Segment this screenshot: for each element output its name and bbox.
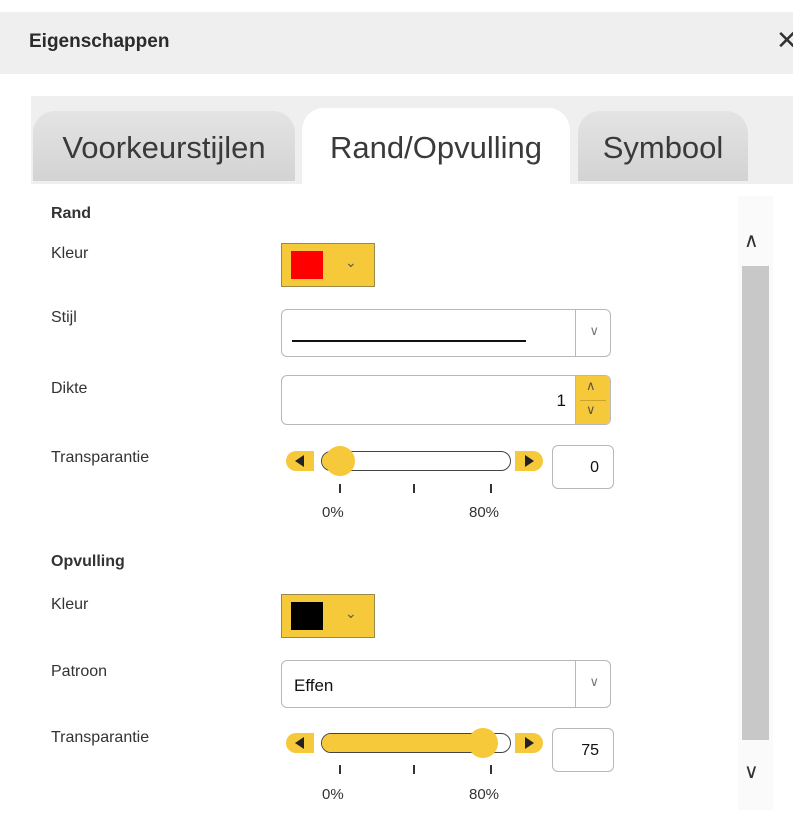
chevron-down-icon[interactable]: ∨: [744, 759, 759, 784]
opvulling-kleur-label: Kleur: [51, 596, 89, 613]
tab-panel: [31, 184, 793, 824]
opvulling-transparantie-slider-thumb[interactable]: [467, 728, 498, 758]
rand-color-picker-button[interactable]: ⌄: [281, 243, 375, 287]
rand-dikte-spinner[interactable]: 1 ∧ ∨: [281, 375, 611, 425]
tab-rand-opvulling[interactable]: Rand/Opvulling: [302, 108, 570, 184]
tick-label-min: 0%: [322, 504, 344, 521]
opvulling-color-swatch: [291, 602, 323, 630]
rand-dikte-label: Dikte: [51, 380, 88, 397]
rand-transparantie-slider-thumb[interactable]: [325, 446, 355, 476]
close-icon[interactable]: ✕: [776, 26, 793, 54]
arrow-left-icon[interactable]: [286, 451, 314, 471]
tick-label-min: 0%: [322, 786, 344, 803]
arrow-right-icon[interactable]: [515, 451, 543, 471]
chevron-down-icon: ⌄: [345, 254, 357, 270]
section-heading-rand: Rand: [51, 205, 91, 222]
slider-tick: [490, 765, 492, 774]
rand-kleur-label: Kleur: [51, 245, 89, 262]
spinner-divider: [580, 400, 606, 401]
vertical-scrollbar[interactable]: ∧ ∨: [738, 196, 773, 810]
opvulling-patroon-select[interactable]: Effen ∨: [281, 660, 611, 708]
opvulling-transparantie-label: Transparantie: [51, 729, 150, 746]
opvulling-transparantie-input[interactable]: 75: [552, 728, 614, 772]
slider-fill: [322, 734, 484, 752]
opvulling-color-picker-button[interactable]: ⌄: [281, 594, 375, 638]
tick-label-max: 80%: [469, 504, 500, 521]
dialog-title: Eigenschappen: [29, 31, 170, 52]
slider-tick: [413, 484, 415, 493]
rand-transparantie-input[interactable]: 0: [552, 445, 614, 489]
chevron-down-icon[interactable]: ∨: [589, 674, 599, 690]
tab-symbool[interactable]: Symbool: [578, 111, 748, 181]
rand-transparantie-value[interactable]: 0: [590, 459, 599, 477]
chevron-down-icon[interactable]: ∨: [589, 323, 599, 339]
rand-color-swatch: [291, 251, 323, 279]
patroon-value: Effen: [294, 676, 334, 695]
chevron-up-icon[interactable]: ∧: [586, 378, 596, 394]
scrollbar-thumb[interactable]: [742, 266, 769, 740]
rand-stijl-label: Stijl: [51, 309, 77, 326]
chevron-down-icon: ⌄: [345, 605, 357, 621]
slider-tick: [339, 765, 341, 774]
rand-stijl-select[interactable]: ∨: [281, 309, 611, 357]
line-style-preview: [292, 340, 526, 342]
chevron-down-icon[interactable]: ∨: [586, 402, 596, 418]
opvulling-patroon-label: Patroon: [51, 663, 108, 680]
rand-transparantie-label: Transparantie: [51, 449, 150, 466]
tick-label-max: 80%: [469, 786, 500, 803]
slider-tick: [413, 765, 415, 774]
opvulling-transparantie-value[interactable]: 75: [581, 742, 599, 760]
tab-voorkeurstijlen[interactable]: Voorkeurstijlen: [33, 111, 295, 181]
arrow-right-icon[interactable]: [515, 733, 543, 753]
spinner-buttons: ∧ ∨: [575, 376, 610, 424]
dialog-titlebar: Eigenschappen ✕: [0, 12, 793, 74]
select-divider: [575, 661, 576, 707]
chevron-up-icon[interactable]: ∧: [744, 228, 759, 253]
section-heading-opvulling: Opvulling: [51, 553, 125, 570]
dikte-value[interactable]: 1: [557, 391, 566, 411]
slider-tick: [339, 484, 341, 493]
slider-tick: [490, 484, 492, 493]
select-divider: [575, 310, 576, 356]
arrow-left-icon[interactable]: [286, 733, 314, 753]
